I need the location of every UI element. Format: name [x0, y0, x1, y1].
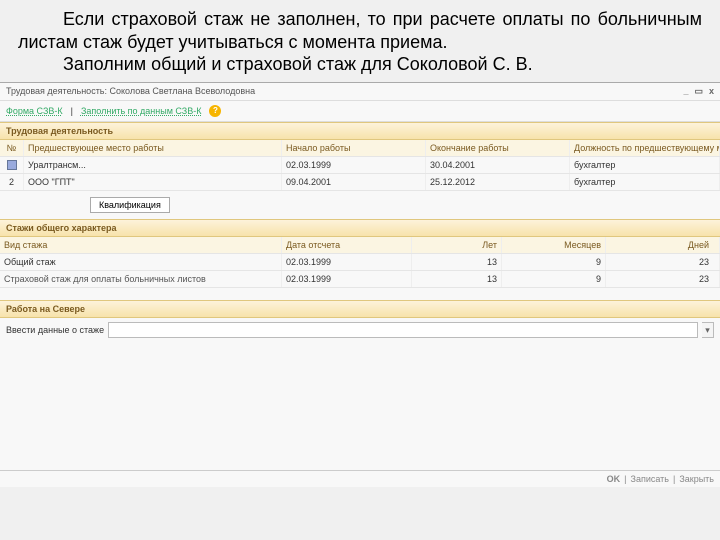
window-title: Трудовая деятельность: Соколова Светлана… [6, 86, 255, 96]
cell-start: 02.03.1999 [282, 157, 426, 174]
cell-end: 30.04.2001 [426, 157, 570, 174]
work-history-table: № Предшествующее место работы Начало раб… [0, 140, 720, 192]
north-label: Ввести данные о стаже [6, 325, 104, 335]
cell-days: 23 [606, 254, 720, 270]
north-input[interactable] [108, 322, 698, 338]
cell-position: бухгалтер [570, 174, 720, 190]
cell-months: 9 [502, 271, 606, 287]
intro-paragraph-1: Если страховой стаж не заполнен, то при … [18, 8, 702, 53]
ok-button[interactable]: OK [607, 474, 621, 484]
qualification-button[interactable]: Квалификация [90, 197, 170, 213]
toolbar: Форма СЗВ-К | Заполнить по данным СЗВ-К … [0, 101, 720, 122]
col-prev-place: Предшествующее место работы [24, 140, 282, 156]
maximize-button[interactable]: ▭ [694, 86, 703, 97]
col-kind: Вид стажа [0, 237, 282, 253]
col-date: Дата отсчета [282, 237, 412, 253]
minimize-button[interactable]: _ [683, 86, 688, 97]
cell-position: бухгалтер [570, 157, 720, 174]
table-row[interactable]: 2 ООО "ГПТ" 09.04.2001 25.12.2012 бухгал… [0, 174, 720, 191]
close-window-button[interactable]: Закрыть [679, 474, 714, 484]
col-days: Дней [606, 237, 720, 253]
table-row[interactable]: Общий стаж 02.03.1999 13 9 23 [0, 254, 720, 271]
section-north-work: Работа на Севере [0, 300, 720, 318]
col-num: № [0, 140, 24, 156]
cell-years: 13 [412, 271, 502, 287]
col-position: Должность по предшествующему месту работ… [570, 140, 720, 156]
experience-table: Вид стажа Дата отсчета Лет Месяцев Дней … [0, 237, 720, 288]
cell-date: 02.03.1999 [282, 254, 412, 270]
fill-szvk-link[interactable]: Заполнить по данным СЗВ-К [81, 106, 202, 116]
cell-years: 13 [412, 254, 502, 270]
row-marker-icon [7, 160, 17, 170]
col-years: Лет [412, 237, 502, 253]
cell-org: Уралтрансм... [24, 157, 282, 174]
cell-months: 9 [502, 254, 606, 270]
help-icon[interactable]: ? [209, 105, 221, 117]
window-titlebar: Трудовая деятельность: Соколова Светлана… [0, 83, 720, 101]
save-button[interactable]: Записать [631, 474, 669, 484]
cell-kind: Страховой стаж для оплаты больничных лис… [0, 271, 282, 287]
cell-start: 09.04.2001 [282, 174, 426, 190]
close-button[interactable]: x [709, 86, 714, 97]
cell-end: 25.12.2012 [426, 174, 570, 190]
cell-date: 02.03.1999 [282, 271, 412, 287]
dropdown-icon[interactable]: ▾ [702, 322, 714, 338]
cell-days: 23 [606, 271, 720, 287]
cell-org: ООО "ГПТ" [24, 174, 282, 190]
separator: | [71, 106, 73, 116]
intro-paragraph-2: Заполним общий и страховой стаж для Соко… [18, 53, 702, 76]
col-end: Окончание работы [426, 140, 570, 156]
form-szvk-link[interactable]: Форма СЗВ-К [6, 106, 63, 116]
app-window: Трудовая деятельность: Соколова Светлана… [0, 82, 720, 487]
col-months: Месяцев [502, 237, 606, 253]
col-start: Начало работы [282, 140, 426, 156]
table-row[interactable]: Уралтрансм... 02.03.1999 30.04.2001 бухг… [0, 157, 720, 175]
section-general-experience: Стажи общего характера [0, 219, 720, 237]
section-work-history: Трудовая деятельность [0, 122, 720, 140]
cell-num: 2 [0, 174, 24, 190]
footer-buttons: OK | Записать | Закрыть [0, 470, 720, 487]
cell-kind: Общий стаж [0, 254, 282, 270]
table-row[interactable]: Страховой стаж для оплаты больничных лис… [0, 271, 720, 288]
